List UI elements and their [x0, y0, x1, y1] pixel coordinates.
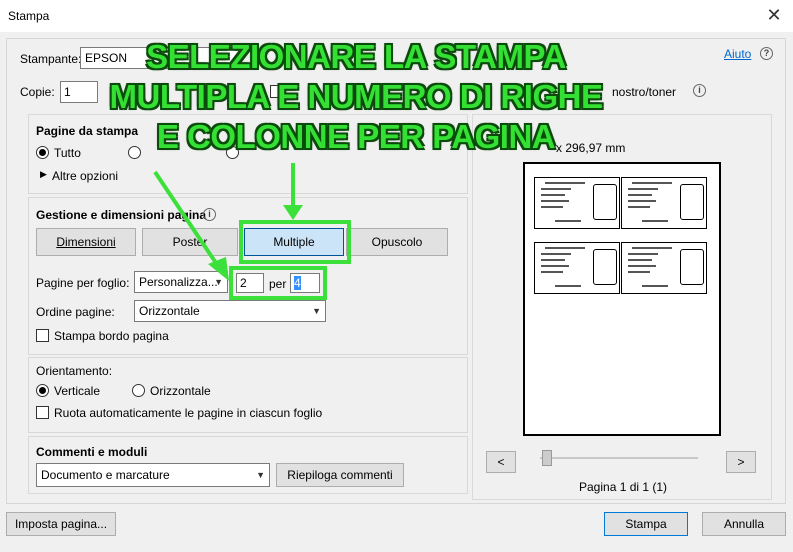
- arrow-diagonal-line: [153, 170, 220, 268]
- annotation-line-3: E COLONNE PER PAGINA: [156, 118, 556, 155]
- annotation-line-2: MULTIPLA E NUMERO DI RIGHE: [109, 78, 604, 115]
- arrow-down-head: [283, 205, 303, 220]
- annotation-line-1: SELEZIONARE LA STAMPA: [146, 38, 566, 75]
- arrow-diagonal-head: [208, 257, 229, 281]
